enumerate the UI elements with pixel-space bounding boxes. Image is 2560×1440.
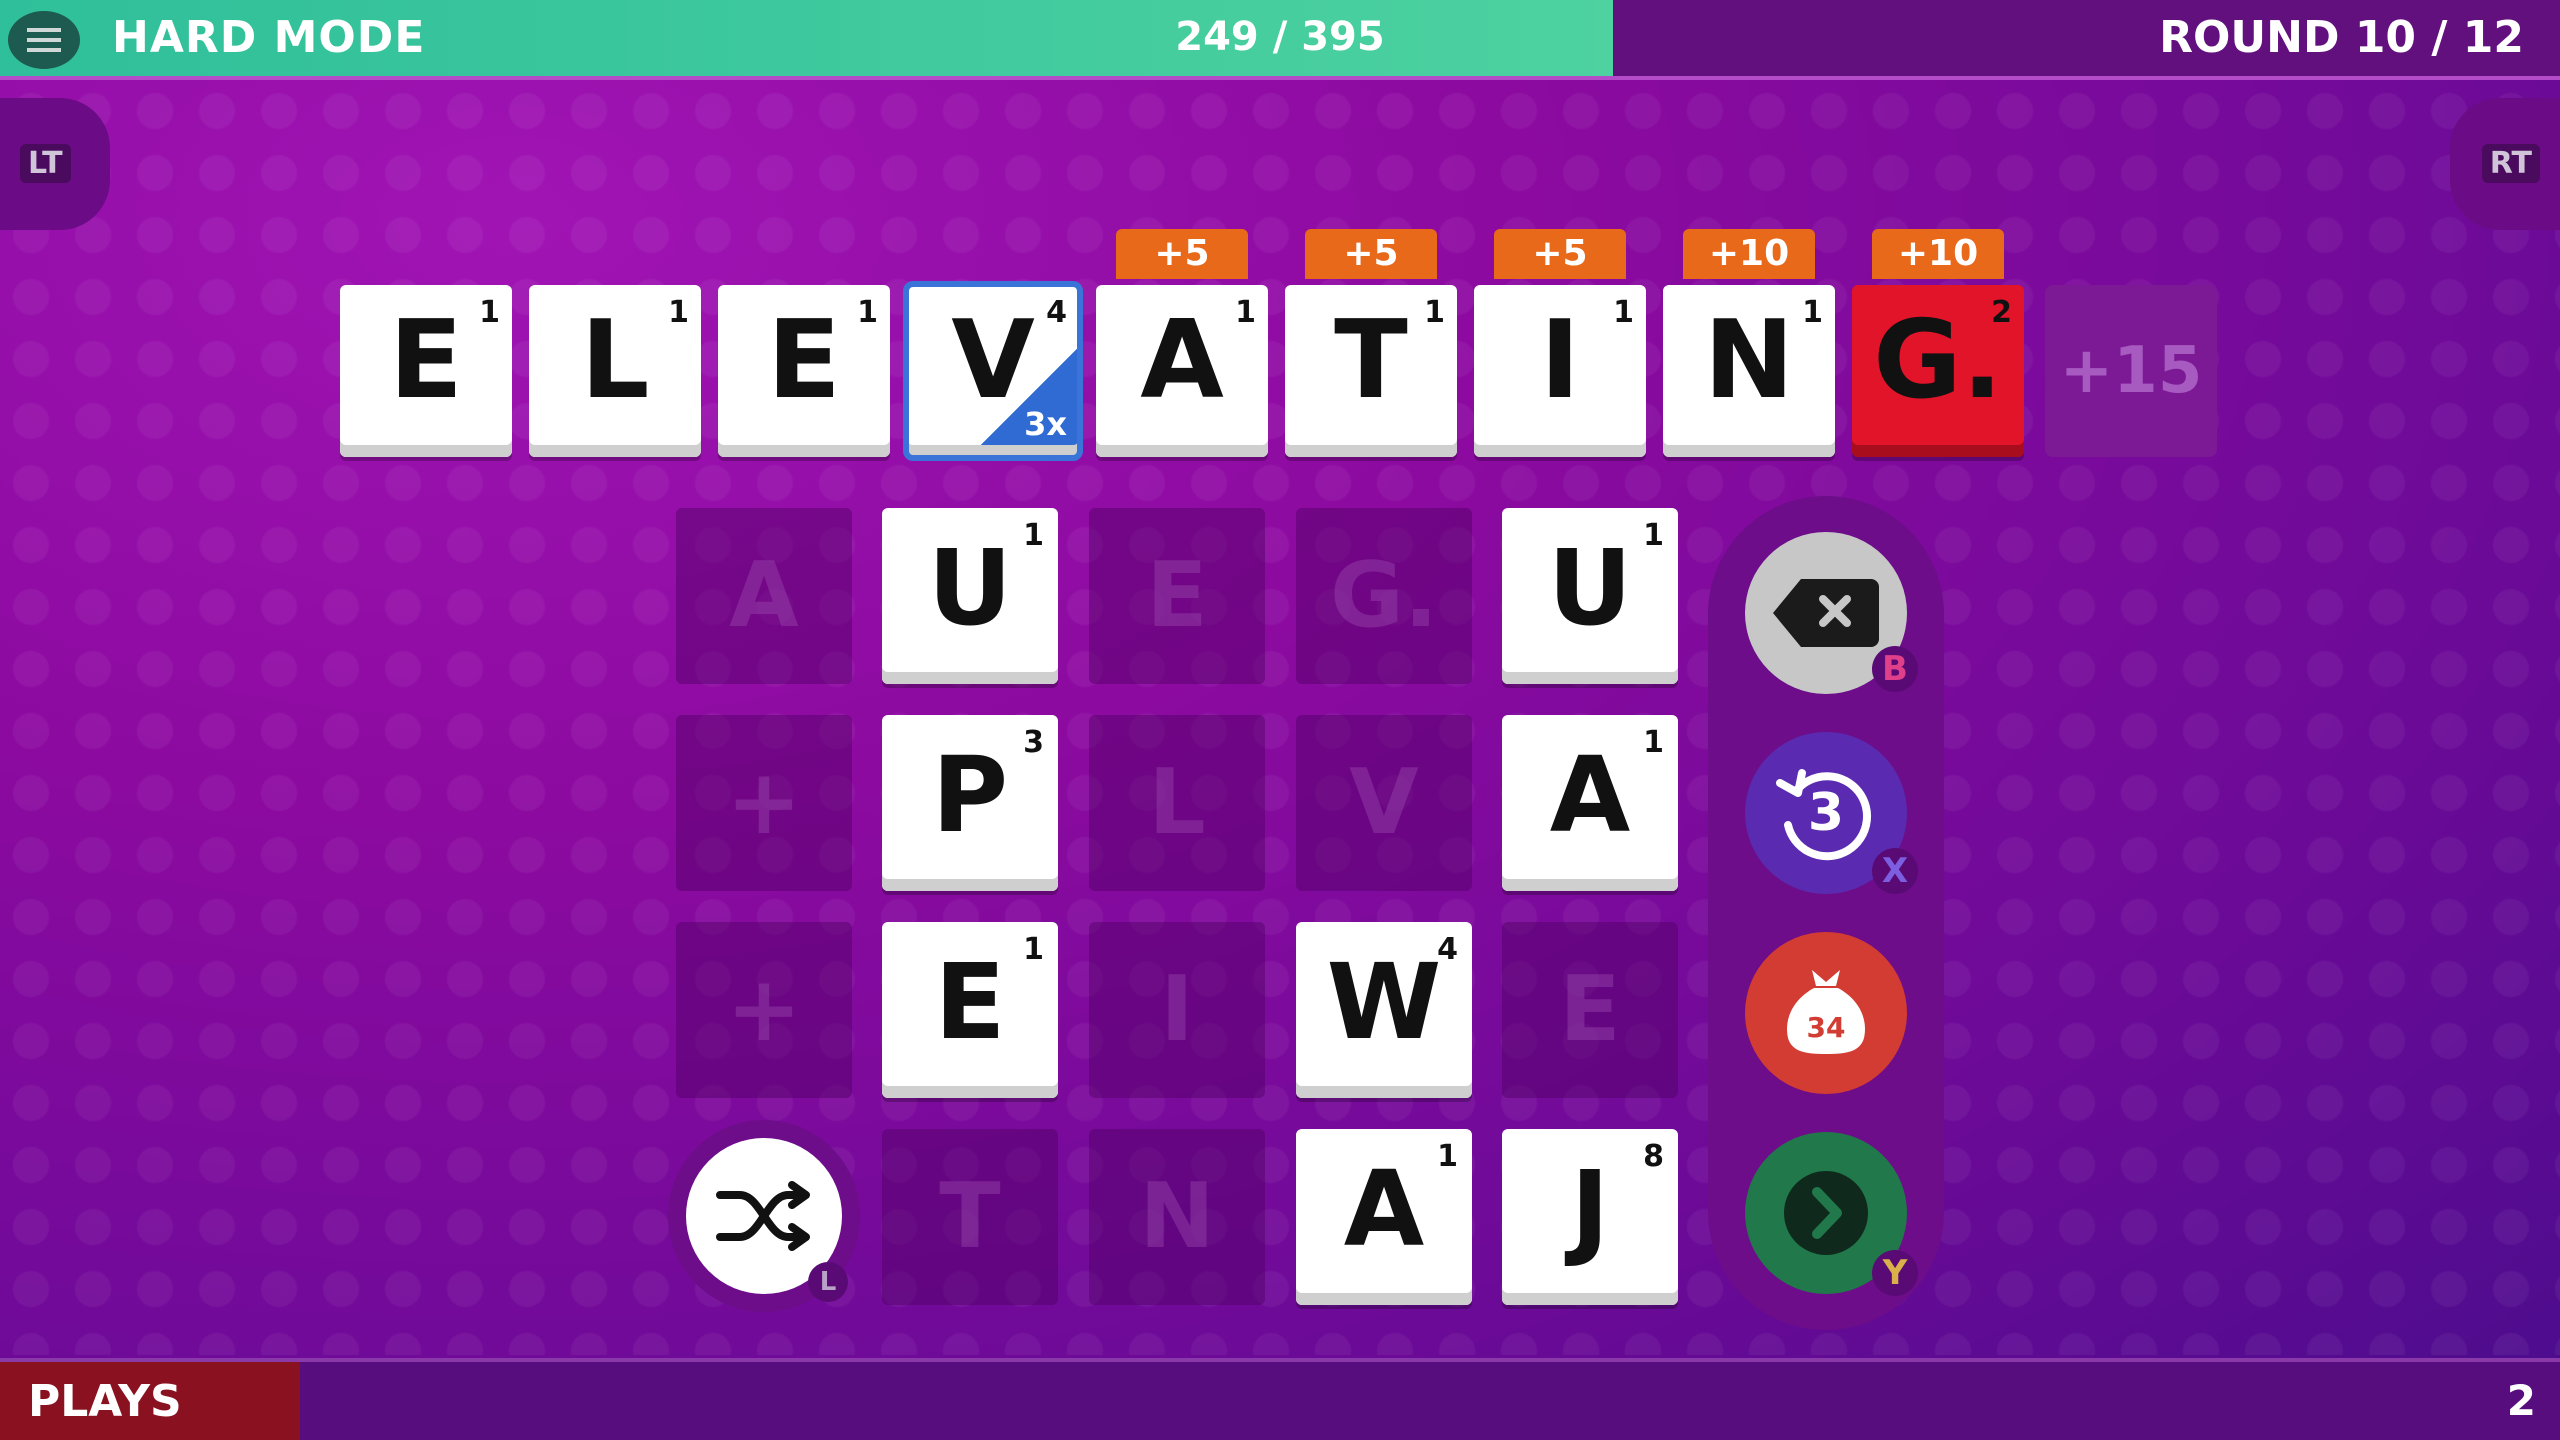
bonus-tag: +5 <box>1116 229 1248 279</box>
grid-tile[interactable]: U 1 <box>1502 508 1678 684</box>
lt-button[interactable]: LT <box>0 98 110 230</box>
plays-label: PLAYS <box>28 1376 182 1427</box>
ghost-tile: G. <box>1296 508 1472 684</box>
bottom-bar: PLAYS 2 <box>0 1358 2560 1440</box>
plays-box: PLAYS <box>0 1362 300 1440</box>
tile-points: 4 <box>1437 932 1458 967</box>
word-tile[interactable]: +5 A 1 <box>1096 229 1268 457</box>
menu-button[interactable] <box>8 11 80 69</box>
tile-points: 3 <box>1023 725 1044 760</box>
ghost-tile: L <box>1089 715 1265 891</box>
tile-points: 1 <box>1613 295 1634 330</box>
grid-tile[interactable]: P 3 <box>882 715 1058 891</box>
shuffle-icon <box>716 1181 810 1251</box>
bonus-tag: +10 <box>1872 229 2004 279</box>
word-tile[interactable]: +5 I 1 <box>1474 229 1646 457</box>
round-label: ROUND 10 / 12 <box>2159 12 2524 63</box>
bonus-tag: +5 <box>1494 229 1626 279</box>
background-pattern <box>0 80 2560 1355</box>
bonus-tag: +10 <box>1683 229 1815 279</box>
grid-tile[interactable]: E 1 <box>882 922 1058 1098</box>
rt-label: RT <box>2481 144 2540 183</box>
grid-tile[interactable]: U 1 <box>882 508 1058 684</box>
grid-tile[interactable]: W 4 <box>1296 922 1472 1098</box>
word-tile[interactable]: E 1 <box>718 285 890 457</box>
ghost-tile: T <box>882 1129 1058 1305</box>
undo-count: 3 <box>1807 783 1845 843</box>
delete-hint: B <box>1872 646 1918 692</box>
grid-tile[interactable]: A 1 <box>1296 1129 1472 1305</box>
tile-points: 1 <box>668 295 689 330</box>
hamburger-icon <box>27 28 61 52</box>
word-tile-multiplier[interactable]: V 4 3x <box>903 281 1083 461</box>
tile-points: 1 <box>1023 932 1044 967</box>
tile-points: 1 <box>479 295 500 330</box>
word-tile[interactable]: +10 N 1 <box>1663 229 1835 457</box>
word-tile-selected[interactable]: +10 G. 2 <box>1852 229 2024 457</box>
multiplier-badge: 3x <box>1024 405 1067 443</box>
tile-points: 1 <box>1643 725 1664 760</box>
bag-count: 34 <box>1806 1010 1846 1044</box>
top-bar: HARD MODE 249 / 395 ROUND 10 / 12 <box>0 0 2560 80</box>
word-tile[interactable]: E 1 <box>340 285 512 457</box>
tile-points: 8 <box>1643 1139 1664 1174</box>
undo-hint: X <box>1872 848 1918 894</box>
ghost-tile: + <box>676 715 852 891</box>
tile-points: 1 <box>1802 295 1823 330</box>
ghost-tile: + <box>676 922 852 1098</box>
ghost-tile: A <box>676 508 852 684</box>
lt-label: LT <box>20 144 71 183</box>
tile-points: 1 <box>1424 295 1445 330</box>
rt-button[interactable]: RT <box>2450 98 2560 230</box>
submit-hint: Y <box>1872 1250 1918 1296</box>
grid-tile[interactable]: J 8 <box>1502 1129 1678 1305</box>
action-panel: B 3 X 34 Y <box>1708 496 1944 1330</box>
tile-points: 1 <box>1023 518 1044 553</box>
tile-points: 4 <box>1046 295 1067 330</box>
ghost-tile: N <box>1089 1129 1265 1305</box>
mode-label: HARD MODE <box>112 12 426 63</box>
tile-bag-button[interactable]: 34 <box>1745 932 1907 1094</box>
chevron-right-icon <box>1784 1171 1868 1255</box>
next-bonus-slot: +15 <box>2045 285 2217 457</box>
ghost-tile: I <box>1089 922 1265 1098</box>
bonus-tag: +5 <box>1305 229 1437 279</box>
backspace-icon <box>1773 579 1879 647</box>
tile-points: 1 <box>1437 1139 1458 1174</box>
ghost-tile: E <box>1502 922 1678 1098</box>
tile-points: 1 <box>1643 518 1664 553</box>
tile-points: 1 <box>857 295 878 330</box>
ghost-tile: E <box>1089 508 1265 684</box>
word-tile[interactable]: L 1 <box>529 285 701 457</box>
score-label: 249 / 395 <box>1175 14 1385 60</box>
tile-points: 2 <box>1991 295 2012 330</box>
shuffle-hint: L <box>808 1262 848 1302</box>
word-tile[interactable]: +5 T 1 <box>1285 229 1457 457</box>
ghost-tile: V <box>1296 715 1472 891</box>
grid-tile[interactable]: A 1 <box>1502 715 1678 891</box>
plays-count: 2 <box>2506 1376 2536 1425</box>
shuffle-button[interactable]: L <box>668 1120 860 1312</box>
tile-points: 1 <box>1235 295 1256 330</box>
